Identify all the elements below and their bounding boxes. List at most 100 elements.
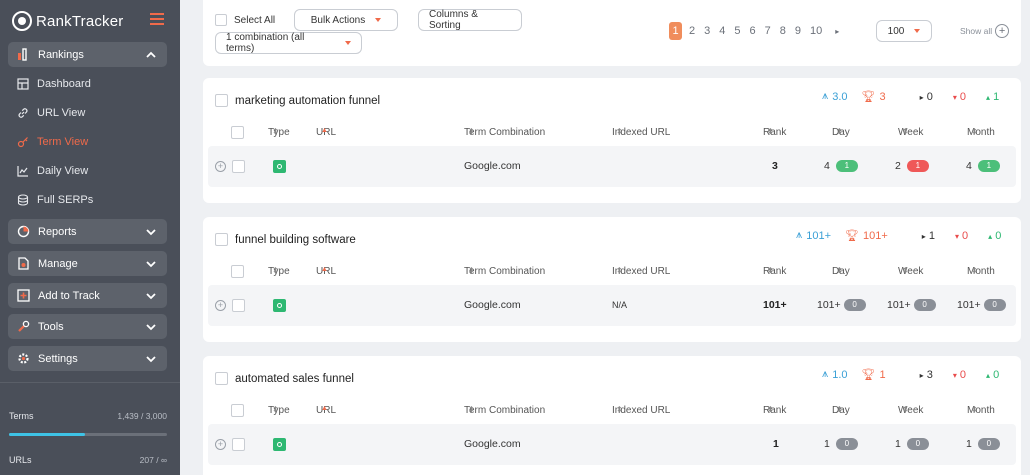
sort-icon: ⬍: [468, 405, 475, 414]
week-change-badge: 1: [906, 160, 929, 173]
table-row[interactable]: + Google.com 1 10 10 10: [208, 424, 1016, 465]
average-rank-value: 1.0: [832, 368, 848, 381]
plus-circle-icon: +: [995, 24, 1010, 38]
terms-usage-bar-fill: [9, 433, 85, 436]
trophy-icon: 🏆︎: [861, 369, 876, 381]
week-cell: 101+ 0: [887, 299, 936, 312]
row-checkbox[interactable]: [232, 299, 245, 312]
average-rank: ⩚ 1.0: [822, 368, 848, 381]
row-checkbox[interactable]: [232, 160, 245, 173]
improved-count: ▴ 1: [986, 91, 999, 103]
bulk-actions-button[interactable]: Bulk Actions: [294, 9, 398, 31]
unchanged-value: 1: [928, 229, 935, 242]
term-checkbox[interactable]: [215, 233, 228, 246]
expand-row-icon[interactable]: +: [215, 300, 226, 311]
rows-checkbox[interactable]: [231, 126, 244, 139]
nav-group-reports[interactable]: Reports: [8, 219, 167, 244]
average-rank-icon: ⩚: [822, 368, 829, 380]
expand-row-icon[interactable]: +: [215, 161, 226, 172]
chevron-down-icon: [146, 355, 156, 362]
add-square-icon: [16, 289, 30, 303]
nav-group-settings[interactable]: Settings: [8, 346, 167, 371]
google-engine-icon: [273, 160, 286, 173]
sort-asc-icon: ▲: [321, 405, 328, 412]
trophy-icon: 🏆︎: [845, 230, 859, 242]
average-rank-icon: ⩚: [796, 229, 803, 241]
logo-icon: [12, 11, 32, 31]
rank-cell: 101+: [763, 299, 787, 311]
columns-sorting-label: Columns & Sorting: [429, 9, 478, 31]
top-rank-value: 1: [879, 368, 886, 381]
sort-icon: ⬍: [971, 266, 978, 275]
page-link[interactable]: 8: [780, 25, 786, 37]
day-change-badge: 0: [843, 299, 866, 312]
top-rank-value: 101+: [862, 229, 888, 242]
page-link[interactable]: 6: [750, 25, 756, 37]
page-link[interactable]: 10: [810, 25, 822, 37]
menu-toggle-icon[interactable]: [150, 13, 164, 25]
expand-row-icon[interactable]: +: [215, 439, 226, 450]
app-logo[interactable]: RankTracker: [12, 11, 124, 31]
page-link[interactable]: 5: [734, 25, 740, 37]
term-card: funnel building software ⩚ 101+ 🏆︎ 101+ ▸ …: [203, 217, 1021, 342]
per-page-select[interactable]: 100: [876, 20, 932, 42]
term-checkbox[interactable]: [215, 372, 228, 385]
row-checkbox[interactable]: [232, 438, 245, 451]
term-card: automated sales funnel ⩚ 1.0 🏆︎ 1 ▸ 3 ▾ 0 …: [203, 356, 1021, 475]
nav-item-daily-view[interactable]: Daily View: [16, 162, 88, 180]
caret-down-icon: [345, 41, 351, 45]
page-link[interactable]: 3: [704, 25, 710, 37]
month-cell: 101+ 0: [957, 299, 1006, 312]
rankings-icon: [16, 48, 30, 62]
sort-icon: ⬍: [468, 127, 475, 136]
term-header: automated sales funnel: [215, 372, 354, 385]
page-link-current[interactable]: 1: [669, 22, 682, 40]
dashboard-icon: [16, 78, 29, 91]
caret-down-icon: [914, 29, 921, 33]
page-link[interactable]: 2: [689, 25, 695, 37]
nav-group-tools[interactable]: Tools: [8, 314, 167, 339]
table-row[interactable]: + Google.com N/A 101+ 101+ 0 101+ 0 101+ 0: [208, 285, 1016, 326]
table-row[interactable]: + Google.com 3 41 21 41: [208, 146, 1016, 187]
day-cell: 10: [824, 438, 858, 451]
unchanged-value: 0: [926, 90, 933, 103]
combination-select[interactable]: 1 combination (all terms): [215, 32, 362, 54]
nav-item-dashboard[interactable]: Dashboard: [16, 75, 91, 93]
improved-value: 0: [993, 368, 1000, 381]
columns-sorting-button[interactable]: Columns & Sorting: [418, 9, 522, 31]
column-term-combination-label: Term Combination: [464, 266, 546, 277]
average-rank-value: 101+: [806, 229, 831, 242]
nav-group-label: Settings: [38, 352, 78, 365]
nav-group-rankings[interactable]: Rankings: [8, 42, 167, 67]
day-cell: 41: [824, 160, 858, 173]
toolbar-card: Select All Bulk Actions Columns & Sortin…: [203, 0, 1021, 66]
page-link[interactable]: 4: [719, 25, 725, 37]
gear-icon: [16, 352, 30, 366]
nav-item-full-serps[interactable]: Full SERPs: [16, 191, 93, 209]
rows-checkbox[interactable]: [231, 404, 244, 417]
column-term-combination-label: Term Combination: [464, 405, 546, 416]
chevron-down-icon: [146, 228, 156, 235]
select-all[interactable]: Select All: [215, 14, 275, 26]
rows-checkbox[interactable]: [231, 265, 244, 278]
term-checkbox[interactable]: [215, 94, 228, 107]
page-link[interactable]: 7: [765, 25, 771, 37]
show-all-label: Show all: [960, 26, 993, 36]
term-stats: ⩚ 1.0 🏆︎ 1 ▸ 3 ▾ 0 ▴ 0: [822, 368, 999, 381]
next-page-icon[interactable]: ▸: [835, 27, 839, 36]
document-icon: [16, 257, 30, 271]
unchanged-value: 3: [926, 368, 933, 381]
unchanged-icon: ▸: [919, 370, 924, 380]
nav-item-url-view[interactable]: URL View: [16, 104, 85, 122]
sort-asc-icon: ▲: [321, 127, 328, 134]
term-stats: ⩚ 101+ 🏆︎ 101+ ▸ 1 ▾ 0 ▴ 0: [796, 229, 1001, 242]
nav-group-add-to-track[interactable]: Add to Track: [8, 283, 167, 308]
page-link[interactable]: 9: [795, 25, 801, 37]
urls-usage: URLs 207 / ∞: [9, 455, 167, 465]
sort-icon: ⬍: [902, 266, 909, 275]
select-all-checkbox[interactable]: [215, 14, 227, 26]
nav-item-term-view[interactable]: Term View: [16, 133, 88, 151]
show-all-button[interactable]: Show all +: [960, 24, 1010, 38]
nav-group-manage[interactable]: Manage: [8, 251, 167, 276]
select-all-label: Select All: [234, 14, 276, 26]
